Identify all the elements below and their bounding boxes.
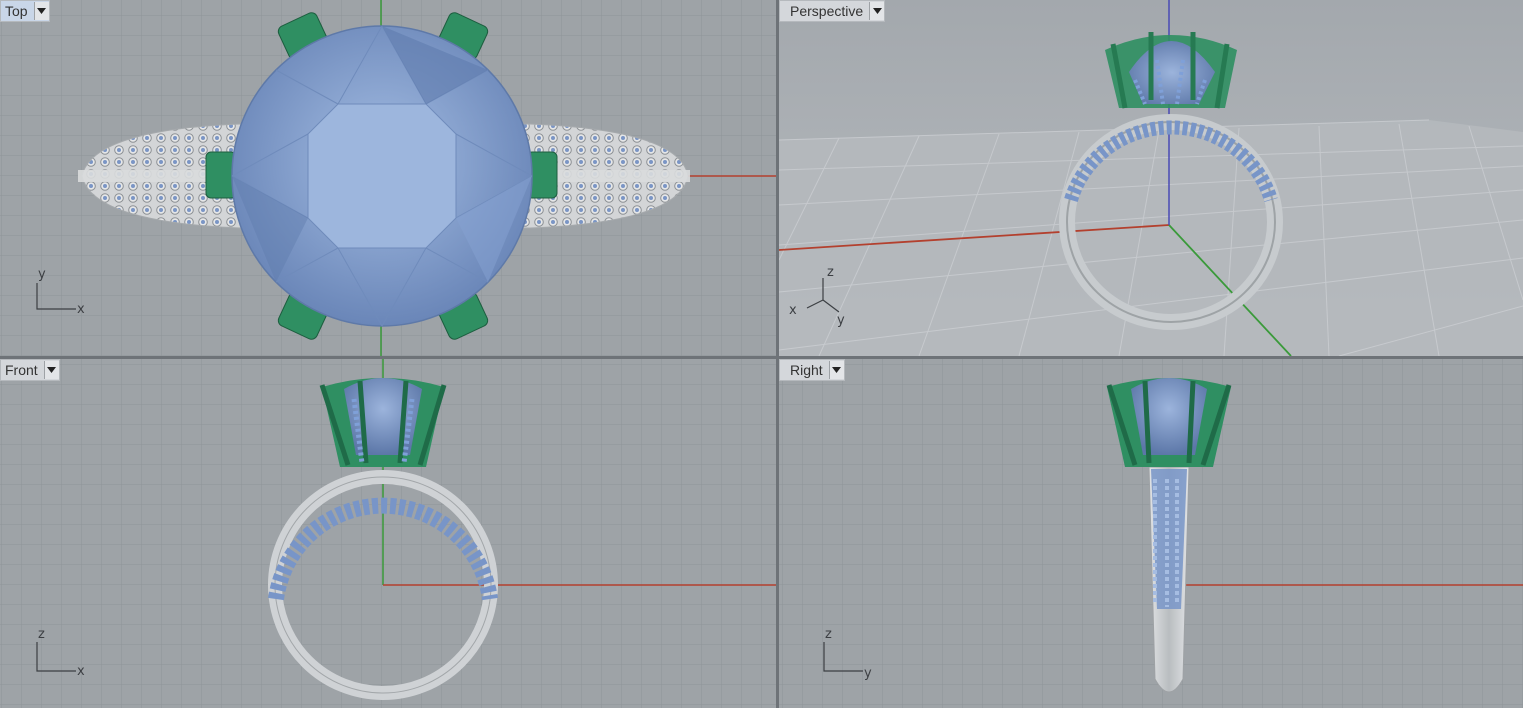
dropdown-triangle-icon[interactable]	[33, 2, 49, 20]
top-view-scene: y x	[0, 0, 776, 356]
right-view-scene: z y	[779, 359, 1523, 708]
dropdown-triangle-icon[interactable]	[43, 361, 59, 379]
viewport-perspective[interactable]: z x y Perspective	[779, 0, 1523, 356]
gemstone-top	[231, 25, 533, 327]
svg-text:x: x	[77, 664, 85, 679]
viewport-front[interactable]: z x Front	[0, 359, 776, 708]
viewport-top[interactable]: y x Top	[0, 0, 776, 356]
viewport-title: Perspective	[790, 3, 864, 19]
svg-text:z: z	[825, 627, 832, 642]
viewport-tab-top[interactable]: Top	[0, 0, 50, 22]
dropdown-triangle-icon[interactable]	[828, 361, 844, 379]
svg-text:y: y	[38, 267, 46, 282]
perspective-view-scene: z x y	[779, 0, 1523, 356]
viewport-title: Top	[5, 3, 28, 19]
viewport-title: Right	[790, 362, 823, 378]
svg-text:x: x	[77, 302, 85, 317]
front-view-scene: z x	[0, 359, 776, 708]
svg-text:y: y	[837, 313, 845, 328]
viewport-tab-right[interactable]: Right	[779, 359, 845, 381]
viewport-tab-perspective[interactable]: Perspective	[779, 0, 886, 22]
svg-text:z: z	[827, 265, 834, 280]
svg-text:y: y	[864, 666, 872, 681]
viewport-title: Front	[5, 362, 38, 378]
viewport-right[interactable]: z y Right	[779, 359, 1523, 708]
svg-text:z: z	[38, 627, 45, 642]
viewport-tab-front[interactable]: Front	[0, 359, 60, 381]
svg-text:x: x	[789, 303, 797, 318]
dropdown-triangle-icon[interactable]	[869, 2, 885, 20]
